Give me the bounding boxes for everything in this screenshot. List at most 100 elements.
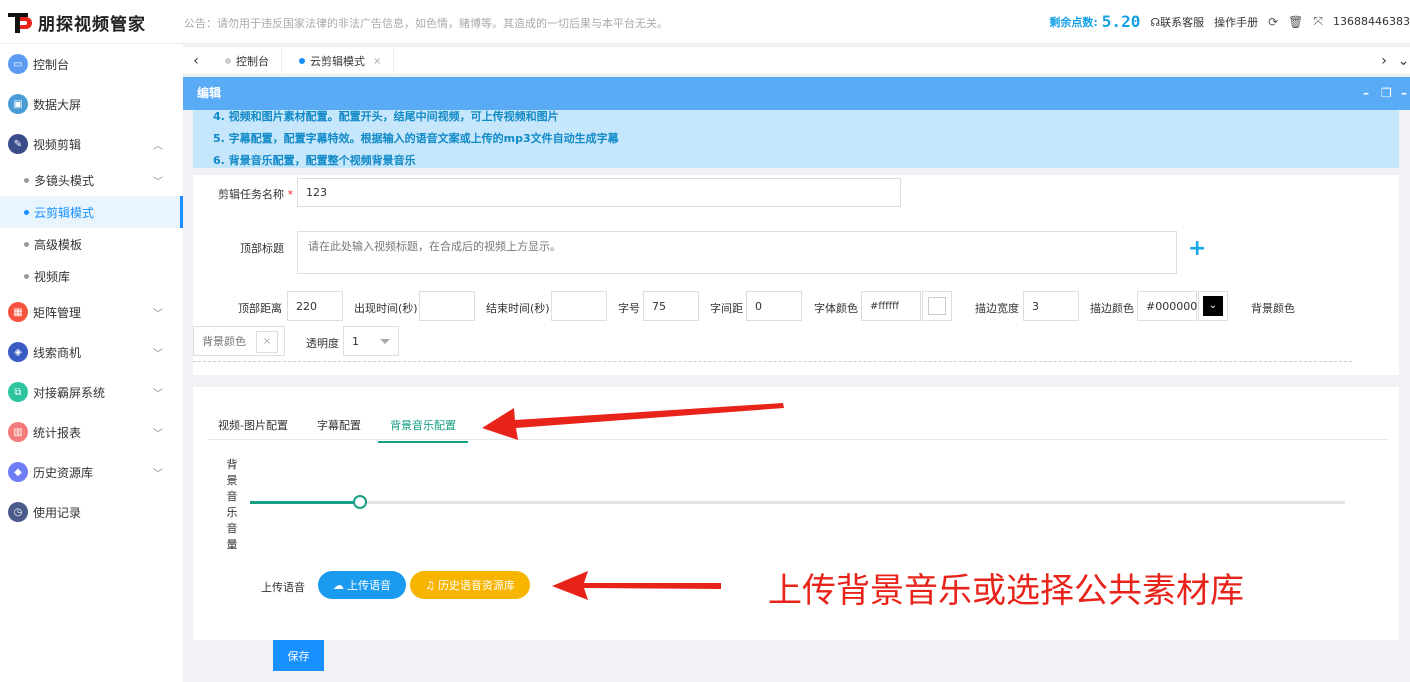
close-icon[interactable]: – bbox=[1401, 77, 1407, 110]
show-time-input[interactable] bbox=[419, 291, 475, 321]
letter-spacing-label: 字间距 bbox=[710, 302, 743, 315]
bg-color-placeholder: 背景颜色 bbox=[202, 335, 246, 348]
chevron-down-icon: ﹀ bbox=[153, 469, 163, 480]
font-color-label: 字体颜色 bbox=[814, 302, 858, 315]
opacity-select[interactable]: 1 bbox=[343, 326, 399, 356]
support-link[interactable]: ☊联系客服 bbox=[1150, 14, 1204, 30]
dock-icon: ⧉ bbox=[8, 382, 28, 402]
volume-slider-handle[interactable] bbox=[353, 495, 367, 509]
cloud-upload-icon: ☁ bbox=[333, 578, 344, 592]
sidebar-item-history-library[interactable]: ◆ 历史资源库 ﹀ bbox=[0, 452, 183, 492]
tab-console[interactable]: 控制台 bbox=[213, 47, 282, 75]
close-tab-icon[interactable]: × bbox=[373, 56, 381, 67]
edit-icon: ✎ bbox=[8, 134, 28, 154]
bullet-icon bbox=[24, 241, 29, 247]
top-title-textarea[interactable]: 请在此处输入视频标题，在合成后的视频上方显示。 bbox=[297, 231, 1177, 274]
chevron-down-icon: ﹀ bbox=[153, 429, 163, 440]
sidebar-sub-label: 多镜头模式 bbox=[34, 173, 95, 188]
font-size-input[interactable]: 75 bbox=[643, 291, 699, 321]
user-phone[interactable]: 13688446383 bbox=[1333, 15, 1410, 28]
sidebar-item-dock-system[interactable]: ⧉ 对接霸屏系统 ﹀ bbox=[0, 372, 183, 412]
bullet-icon bbox=[24, 177, 29, 183]
info-line: 6. 背景音乐配置，配置整个视频背景音乐 bbox=[213, 154, 416, 167]
top-distance-input[interactable]: 220 bbox=[287, 291, 343, 321]
brand-name: 朋探视频管家 bbox=[38, 14, 146, 35]
brand-logo[interactable]: 朋探视频管家 bbox=[6, 8, 146, 36]
tab-video-image-config[interactable]: 视频-图片配置 bbox=[218, 417, 288, 441]
tab-subtitle-config[interactable]: 字幕配置 bbox=[317, 417, 361, 441]
sidebar-item-usage-log[interactable]: ◷ 使用记录 bbox=[0, 492, 183, 532]
refresh-icon[interactable]: ⟳ bbox=[1268, 15, 1278, 29]
volume-slider[interactable] bbox=[250, 495, 1345, 509]
sidebar-sub-video-library[interactable]: 视频库 bbox=[0, 260, 183, 292]
sidebar-sub-cloud-edit[interactable]: 云剪辑模式 bbox=[0, 196, 183, 228]
stroke-color-input[interactable]: #000000 bbox=[1137, 291, 1197, 321]
modal-title: 编辑 bbox=[197, 86, 222, 100]
logo-mark-icon bbox=[6, 9, 32, 35]
tabs-scroll-left-icon[interactable]: ‹ bbox=[183, 47, 209, 75]
info-line: 4. 视频和图片素材配置。配置开头，结尾中间视频，可上传视频和图片 bbox=[213, 110, 559, 123]
end-time-input[interactable] bbox=[551, 291, 607, 321]
sidebar-item-matrix[interactable]: ▦ 矩阵管理 ﹀ bbox=[0, 292, 183, 332]
volume-label-char: 乐 bbox=[226, 506, 238, 519]
tab-cloud-edit[interactable]: 云剪辑模式 × bbox=[287, 47, 395, 75]
matrix-icon: ▦ bbox=[8, 302, 28, 322]
stroke-width-input[interactable]: 3 bbox=[1023, 291, 1079, 321]
points-label: 剩余点数: bbox=[1049, 15, 1098, 29]
bullet-icon bbox=[24, 273, 29, 279]
history-voice-library-button[interactable]: ♫ 历史语音资源库 bbox=[410, 571, 530, 599]
volume-label-char: 量 bbox=[226, 538, 238, 551]
stroke-color-picker[interactable]: ⌄ bbox=[1198, 291, 1228, 321]
top-distance-label: 顶部距离 bbox=[238, 302, 282, 315]
stroke-color-label: 描边颜色 bbox=[1090, 302, 1134, 315]
sidebar-item-label: 数据大屏 bbox=[33, 97, 82, 112]
sidebar-item-video-edit[interactable]: ✎ 视频剪辑 ︿ bbox=[0, 124, 183, 164]
fullscreen-icon[interactable]: ⤧ bbox=[1313, 14, 1323, 29]
sidebar-item-label: 统计报表 bbox=[33, 425, 82, 440]
sidebar-sub-label: 高级模板 bbox=[34, 237, 83, 252]
monitor-icon: ▭ bbox=[8, 54, 28, 74]
sidebar-sub-advanced-template[interactable]: 高级模板 bbox=[0, 228, 183, 260]
top-title-label: 顶部标题 bbox=[240, 242, 284, 255]
tabs-scroll-right-icon[interactable]: › bbox=[1371, 47, 1397, 75]
sidebar-item-label: 控制台 bbox=[33, 57, 70, 72]
trash-icon[interactable]: 🗑 bbox=[1288, 15, 1303, 29]
tab-bg-music-config[interactable]: 背景音乐配置 bbox=[378, 417, 468, 443]
manual-link[interactable]: 操作手册 bbox=[1214, 14, 1258, 30]
dashed-divider bbox=[193, 361, 1352, 362]
upload-voice-label: 上传语音 bbox=[261, 581, 305, 594]
page-tabs-bar: ‹ 控制台 云剪辑模式 × › ⌄ bbox=[183, 47, 1410, 75]
sidebar-item-leads[interactable]: ◈ 线索商机 ﹀ bbox=[0, 332, 183, 372]
top-header: 朋探视频管家 公告：请勿用于违反国家法律的非法广告信息，如色情，赌博等。其造成的… bbox=[0, 0, 1410, 44]
points-value: 5.20 bbox=[1101, 12, 1141, 31]
headset-icon: ☊ bbox=[1150, 15, 1161, 29]
tab-dot-icon bbox=[299, 58, 305, 64]
task-name-input[interactable]: 123 bbox=[297, 178, 901, 207]
sidebar-item-dashboard[interactable]: ▣ 数据大屏 bbox=[0, 84, 183, 124]
upload-button-label: 上传语音 bbox=[347, 579, 391, 592]
volume-label-char: 景 bbox=[226, 474, 238, 487]
volume-label: 背 景 音 乐 音 量 bbox=[226, 457, 238, 553]
add-plus-icon[interactable]: + bbox=[1188, 238, 1206, 260]
sidebar-item-console[interactable]: ▭ 控制台 bbox=[0, 44, 183, 84]
letter-spacing-input[interactable]: 0 bbox=[746, 291, 802, 321]
opacity-label: 透明度 bbox=[306, 337, 339, 350]
notice-text: 公告：请勿用于违反国家法律的非法广告信息，如色情，赌博等。其造成的一切后果与本平… bbox=[184, 17, 668, 30]
maximize-icon[interactable]: ❐ bbox=[1381, 77, 1392, 110]
sidebar-item-label: 线索商机 bbox=[33, 345, 82, 360]
annotation-text: 上传背景音乐或选择公共素材库 bbox=[768, 571, 1244, 611]
font-color-picker[interactable] bbox=[922, 291, 952, 321]
sidebar-item-label: 历史资源库 bbox=[33, 465, 94, 480]
tabs-menu-chevron-icon[interactable]: ⌄ bbox=[1397, 47, 1410, 75]
volume-slider-fill bbox=[250, 501, 360, 504]
sidebar-item-label: 对接霸屏系统 bbox=[33, 385, 106, 400]
sidebar-sub-multicam[interactable]: 多镜头模式 ﹀ bbox=[0, 164, 183, 196]
tab-label: 云剪辑模式 bbox=[310, 55, 365, 68]
sidebar-item-statistics[interactable]: ▥ 统计报表 ﹀ bbox=[0, 412, 183, 452]
save-button[interactable]: 保存 bbox=[273, 640, 324, 671]
upload-voice-button[interactable]: ☁ 上传语音 bbox=[318, 571, 406, 599]
clear-color-icon[interactable]: × bbox=[256, 331, 278, 353]
minimize-icon[interactable]: – bbox=[1363, 77, 1369, 110]
volume-label-char: 音 bbox=[226, 490, 238, 503]
font-color-input[interactable]: #ffffff bbox=[861, 291, 921, 321]
